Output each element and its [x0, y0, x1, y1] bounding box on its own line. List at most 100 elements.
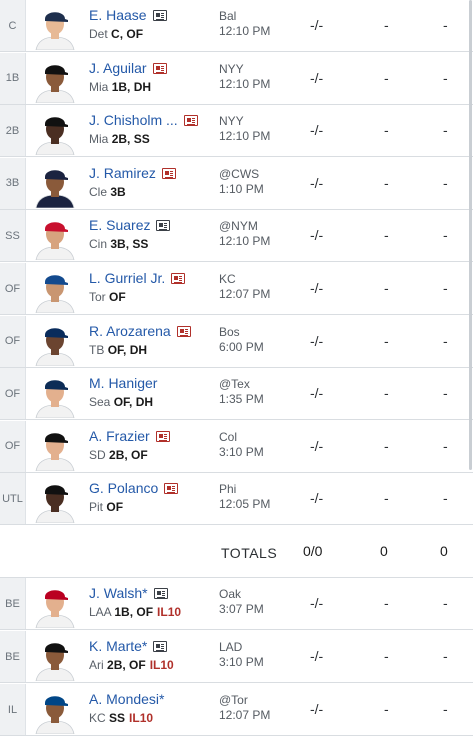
stat-h-ab: -/- — [310, 490, 324, 507]
opponent[interactable]: @NYM — [219, 219, 270, 234]
player-headshot[interactable] — [30, 320, 80, 366]
player-headshot[interactable] — [30, 57, 80, 103]
player-name-link[interactable]: J. Walsh* — [89, 585, 168, 601]
lineup-slot[interactable]: C — [0, 0, 26, 51]
player-name-link[interactable]: J. Ramirez — [89, 165, 176, 181]
news-icon[interactable] — [152, 10, 167, 21]
stat-h-ab: -/- — [310, 385, 324, 402]
opponent[interactable]: KC — [219, 272, 270, 287]
opponent-info: Phi 12:05 PM — [219, 482, 270, 512]
opponent-info: Bal 12:10 PM — [219, 9, 270, 39]
lineup-slot[interactable]: BE — [0, 578, 26, 629]
opponent[interactable]: @CWS — [219, 167, 264, 182]
opponent-info: Bos 6:00 PM — [219, 325, 264, 355]
player-row: BE J. Walsh* LAA 1B, OF IL10 Oak 3:07 PM -/- - - — [0, 578, 473, 630]
news-icon[interactable] — [152, 62, 167, 74]
stat-h-ab: -/- — [310, 17, 324, 33]
player-headshot[interactable] — [30, 688, 80, 734]
lineup-slot[interactable]: OF — [0, 315, 26, 367]
player-name-link[interactable]: J. Aguilar — [89, 60, 167, 76]
player-headshot[interactable] — [30, 635, 80, 681]
opponent-info: @CWS 1:10 PM — [219, 167, 264, 197]
opponent-info: @NYM 12:10 PM — [219, 219, 270, 249]
player-headshot[interactable] — [30, 162, 80, 208]
opponent[interactable]: LAD — [219, 640, 264, 655]
player-name-link[interactable]: A. Frazier — [89, 428, 170, 444]
player-headshot[interactable] — [30, 477, 80, 524]
player-name: E. Suarez — [89, 217, 151, 234]
lineup-slot[interactable]: OF — [0, 368, 26, 420]
opponent-info: LAD 3:10 PM — [219, 640, 264, 670]
stat-col-3: - — [443, 174, 448, 191]
lineup-slot[interactable]: OF — [0, 420, 26, 472]
stat-col-3: - — [443, 227, 448, 244]
news-icon[interactable] — [161, 167, 176, 179]
lineup-slot[interactable]: SS — [0, 210, 26, 262]
player-name: K. Marte* — [89, 638, 148, 654]
player-headshot[interactable] — [30, 109, 80, 156]
player-name-link[interactable]: G. Polanco — [89, 480, 179, 497]
player-team: LAA — [89, 605, 112, 619]
opponent[interactable]: @Tex — [219, 377, 264, 392]
game-time: 6:00 PM — [219, 339, 264, 354]
stat-col-2: - — [384, 17, 389, 33]
stat-col-3: - — [443, 437, 448, 454]
player-team-pos: Mia 2B, SS — [89, 132, 150, 146]
opponent[interactable]: @Tor — [219, 693, 270, 708]
player-name: J. Ramirez — [89, 164, 156, 181]
player-name-link[interactable]: E. Haase — [89, 7, 167, 23]
scrollbar[interactable] — [469, 0, 472, 470]
player-name-link[interactable]: E. Suarez — [89, 217, 171, 234]
lineup-slot[interactable]: 1B — [0, 52, 26, 104]
lineup-slot[interactable]: UTL — [0, 473, 26, 525]
player-team-pos: Mia 1B, DH — [89, 80, 151, 94]
game-time: 3:10 PM — [219, 444, 264, 459]
news-icon[interactable] — [155, 430, 170, 442]
player-name: G. Polanco — [89, 480, 159, 497]
game-time: 3:10 PM — [219, 655, 264, 669]
news-icon[interactable] — [171, 273, 186, 284]
player-name-link[interactable]: A. Mondesi* — [89, 691, 164, 707]
player-name-link[interactable]: L. Gurriel Jr. — [89, 270, 186, 286]
player-positions: 3B, SS — [110, 237, 149, 252]
player-name-link[interactable]: R. Arozarena — [89, 323, 191, 339]
player-name-link[interactable]: K. Marte* — [89, 638, 168, 654]
player-headshot[interactable] — [30, 4, 80, 50]
player-positions: SS — [109, 711, 126, 725]
opponent[interactable]: Bal — [219, 9, 270, 24]
opponent[interactable]: NYY — [219, 62, 270, 77]
opponent[interactable]: NYY — [219, 114, 270, 129]
player-name-link[interactable]: J. Chisholm ... — [89, 112, 198, 128]
news-icon[interactable] — [153, 641, 168, 652]
opponent[interactable]: Oak — [219, 587, 264, 602]
player-headshot[interactable] — [30, 267, 80, 313]
opponent[interactable]: Bos — [219, 325, 264, 340]
stat-col-3: - — [443, 280, 448, 296]
news-icon[interactable] — [156, 220, 171, 232]
news-icon[interactable] — [183, 115, 198, 127]
player-team-pos: SD 2B, OF — [89, 448, 148, 462]
opponent[interactable]: Phi — [219, 482, 270, 497]
opponent[interactable]: Col — [219, 430, 264, 445]
stat-h-ab: -/- — [310, 122, 324, 139]
player-headshot[interactable] — [30, 425, 80, 471]
player-team: Ari — [89, 658, 104, 672]
player-headshot[interactable] — [30, 582, 80, 628]
player-headshot[interactable] — [30, 372, 80, 419]
lineup-slot[interactable]: 2B — [0, 105, 26, 157]
lineup-slot[interactable]: BE — [0, 631, 26, 682]
lineup-slot[interactable]: IL — [0, 684, 26, 735]
stat-h-ab: -/- — [310, 227, 324, 244]
stat-col-2: - — [384, 490, 389, 507]
player-row: 2B J. Chisholm ... Mia 2B, SS NYY 12:10 PM -/… — [0, 105, 473, 158]
stat-col-2: - — [384, 701, 389, 717]
lineup-slot[interactable]: OF — [0, 263, 26, 314]
news-icon[interactable] — [176, 325, 191, 337]
news-icon[interactable] — [164, 483, 179, 495]
player-name-link[interactable]: M. Haniger — [89, 375, 157, 391]
opponent-info: Oak 3:07 PM — [219, 587, 264, 617]
news-icon[interactable] — [153, 588, 168, 599]
lineup-slot[interactable]: 3B — [0, 157, 26, 209]
opponent-info: @Tex 1:35 PM — [219, 377, 264, 407]
player-headshot[interactable] — [30, 214, 80, 261]
